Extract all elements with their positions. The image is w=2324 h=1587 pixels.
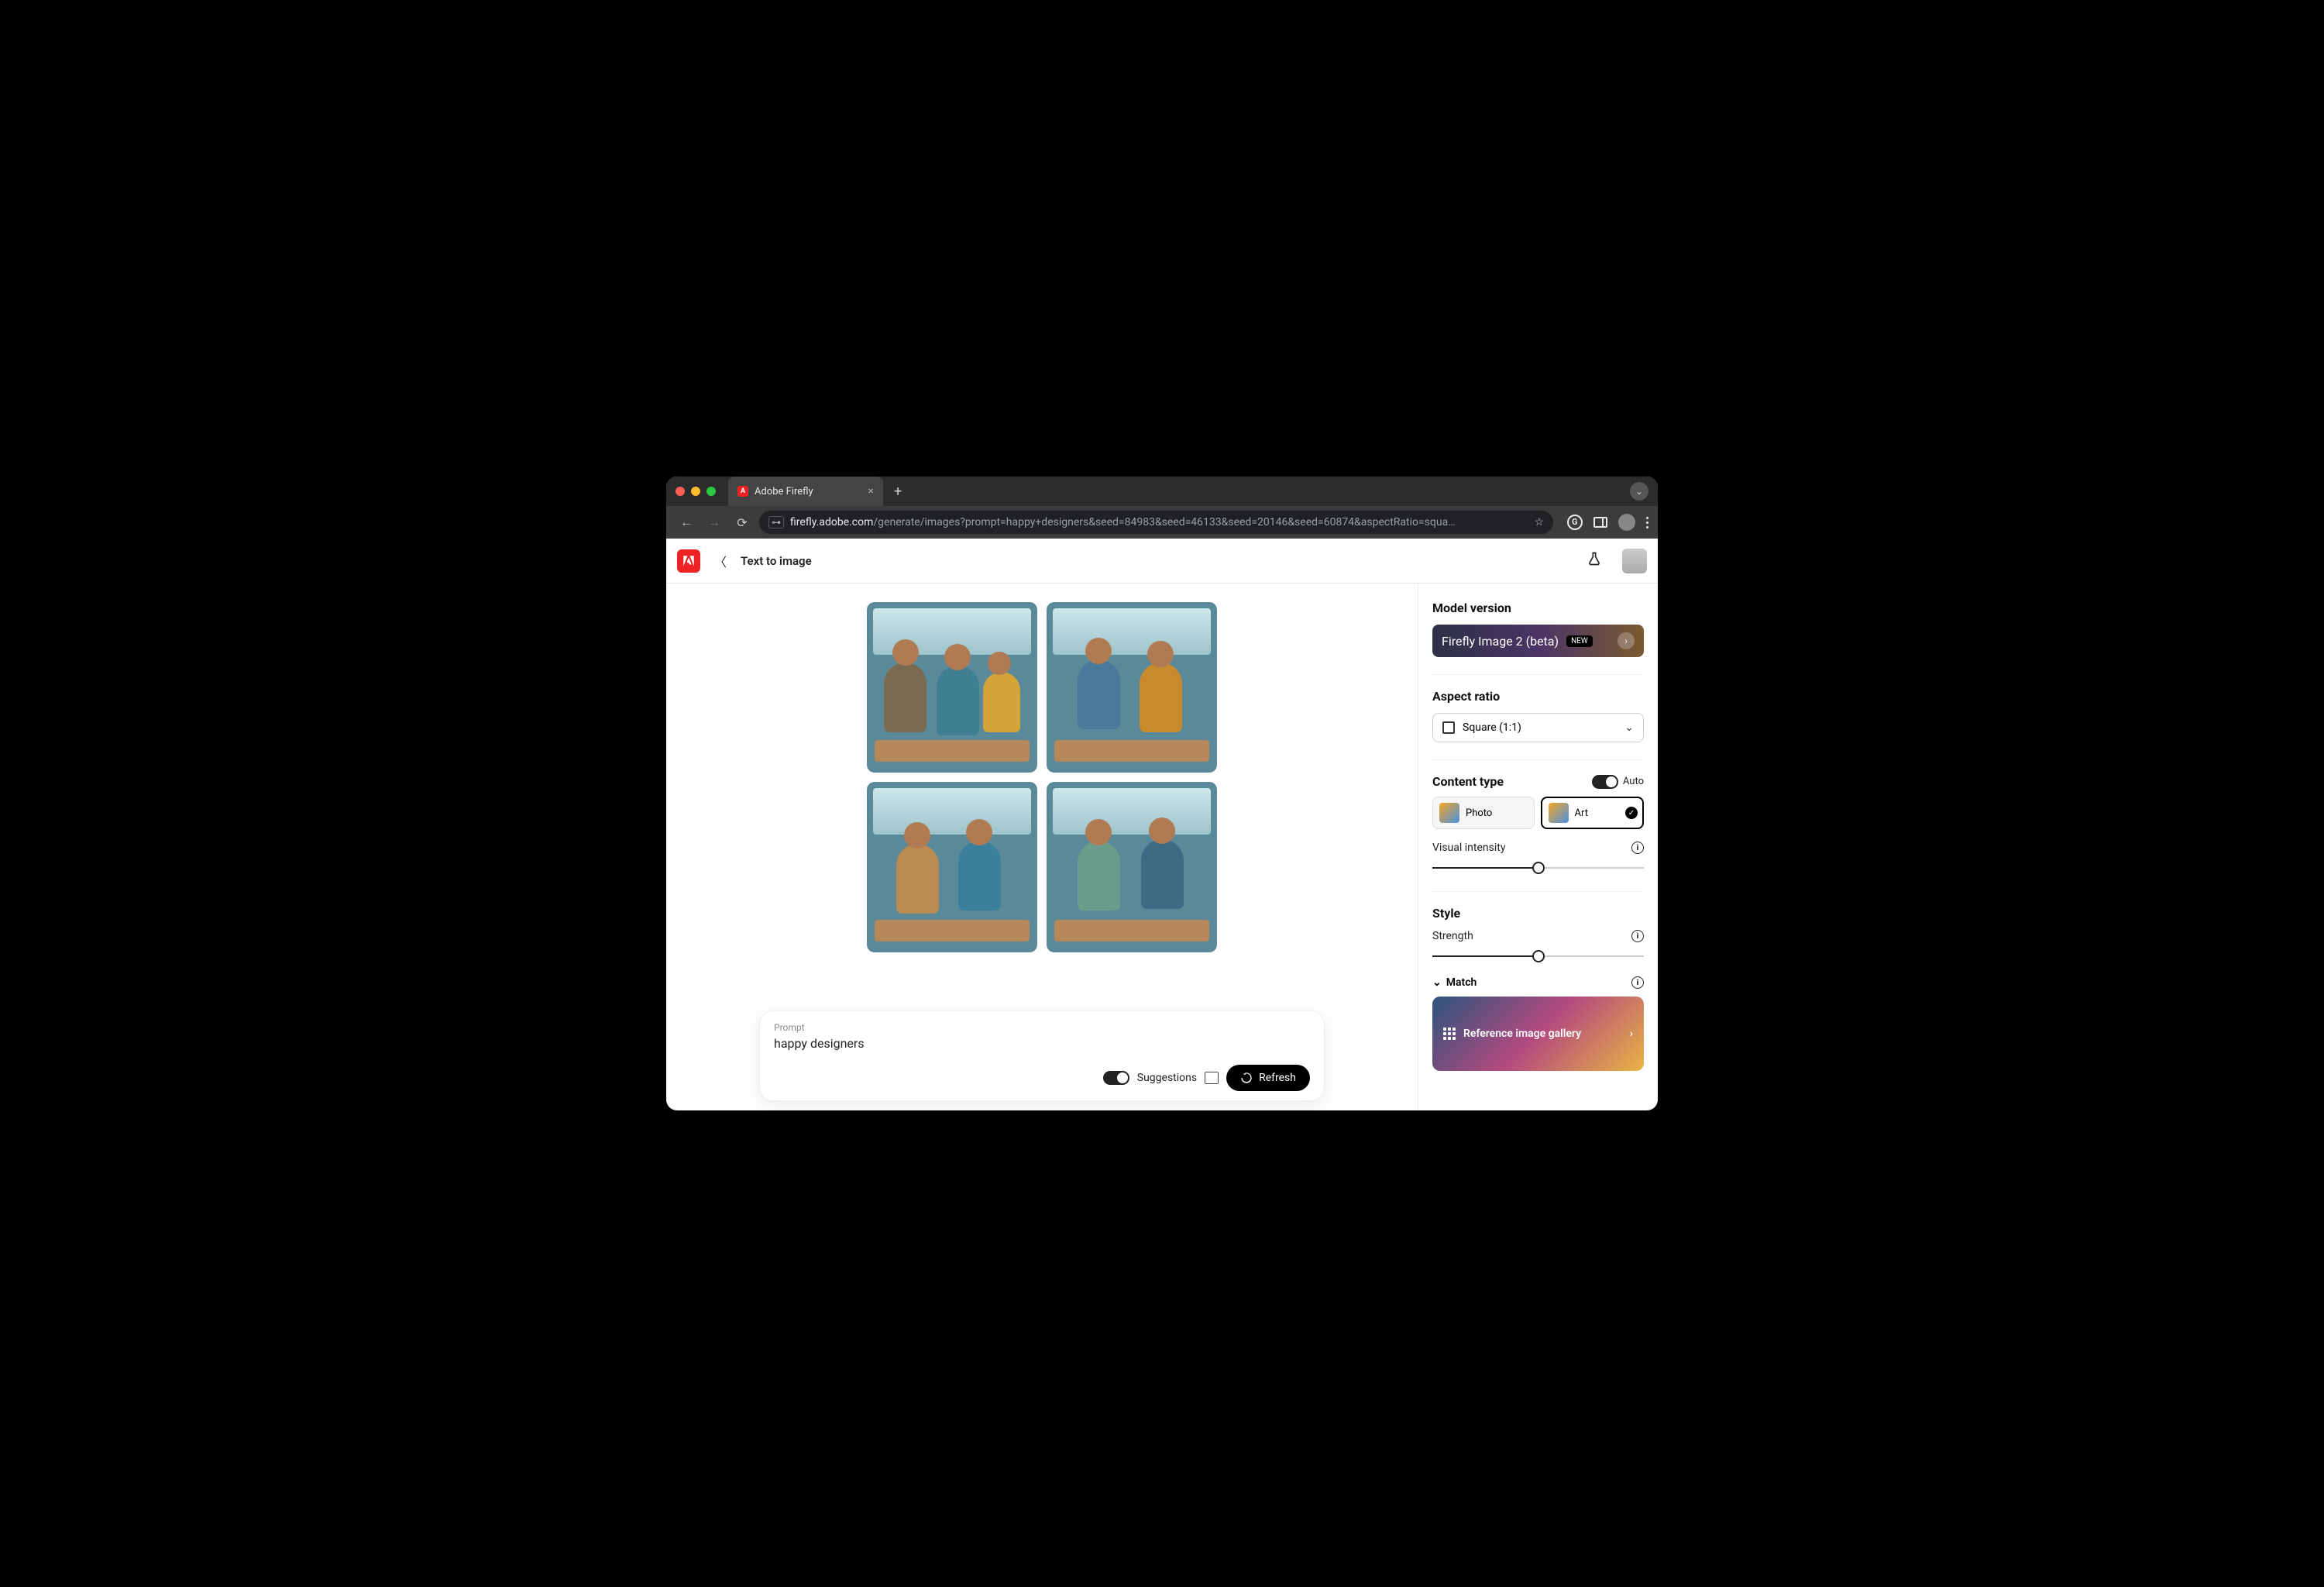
auto-content-type-toggle[interactable] xyxy=(1592,775,1618,789)
browser-window: A Adobe Firefly × + ⌄ ← → ⟳ ⊶ firefly.ad… xyxy=(666,477,1658,1110)
main-content: Prompt Suggestions Refresh Model version xyxy=(666,584,1658,1110)
result-image-3[interactable] xyxy=(867,782,1037,952)
new-tab-button[interactable]: + xyxy=(894,484,902,500)
url-bar: ← → ⟳ ⊶ firefly.adobe.com/generate/image… xyxy=(666,506,1658,539)
tab-title: Adobe Firefly xyxy=(755,486,813,497)
content-type-heading: Content type xyxy=(1432,774,1504,789)
info-icon[interactable]: i xyxy=(1631,976,1644,989)
chevron-right-icon: › xyxy=(1630,1028,1633,1040)
nav-back-icon[interactable]: ← xyxy=(676,515,697,530)
grid-icon xyxy=(1443,1028,1456,1040)
chevron-down-icon: ⌄ xyxy=(1432,976,1442,989)
nav-forward-icon[interactable]: → xyxy=(703,515,725,530)
model-version-name: Firefly Image 2 (beta) xyxy=(1442,634,1559,649)
image-results-grid xyxy=(867,602,1217,952)
site-settings-icon[interactable]: ⊶ xyxy=(768,516,784,528)
reference-gallery-label: Reference image gallery xyxy=(1463,1028,1581,1040)
suggestions-toggle[interactable] xyxy=(1103,1071,1129,1085)
content-type-art-label: Art xyxy=(1575,807,1588,819)
window-minimize-icon[interactable] xyxy=(691,487,700,496)
info-icon[interactable]: i xyxy=(1631,930,1644,942)
check-icon: ✓ xyxy=(1625,807,1638,819)
main-panel: Prompt Suggestions Refresh xyxy=(666,584,1418,1110)
user-avatar[interactable] xyxy=(1622,549,1647,573)
strength-slider[interactable] xyxy=(1432,950,1644,962)
profile-avatar-icon[interactable] xyxy=(1618,514,1635,531)
new-badge: NEW xyxy=(1566,635,1593,647)
suggestions-label: Suggestions xyxy=(1137,1072,1197,1084)
refresh-icon xyxy=(1240,1072,1253,1084)
prompt-input[interactable] xyxy=(774,1036,1310,1051)
style-heading: Style xyxy=(1432,906,1644,921)
aspect-ratio-value: Square (1:1) xyxy=(1463,721,1521,734)
art-thumb-icon xyxy=(1549,803,1569,823)
tab-overflow-icon[interactable]: ⌄ xyxy=(1630,482,1648,501)
browser-tab[interactable]: A Adobe Firefly × xyxy=(728,477,883,506)
photo-thumb-icon xyxy=(1439,803,1459,823)
match-label: Match xyxy=(1446,976,1477,989)
content-type-photo[interactable]: Photo xyxy=(1432,797,1535,829)
adobe-logo-icon[interactable] xyxy=(677,549,700,573)
browser-menu-icon[interactable] xyxy=(1646,517,1648,528)
address-bar[interactable]: ⊶ firefly.adobe.com/generate/images?prom… xyxy=(759,511,1553,534)
refresh-button-label: Refresh xyxy=(1259,1072,1296,1084)
match-collapse-toggle[interactable]: ⌄ Match xyxy=(1432,976,1477,989)
square-aspect-icon xyxy=(1442,721,1455,734)
model-version-heading: Model version xyxy=(1432,601,1644,615)
browser-toolbar-icons xyxy=(1567,514,1648,531)
content-type-photo-label: Photo xyxy=(1466,807,1492,819)
page-title: Text to image xyxy=(741,554,812,568)
aspect-ratio-select[interactable]: Square (1:1) ⌄ xyxy=(1432,713,1644,742)
window-maximize-icon[interactable] xyxy=(706,487,716,496)
info-icon[interactable]: i xyxy=(1631,842,1644,854)
window-close-icon[interactable] xyxy=(676,487,685,496)
result-image-1[interactable] xyxy=(867,602,1037,773)
tab-close-icon[interactable]: × xyxy=(868,485,874,497)
content-type-art[interactable]: Art ✓ xyxy=(1541,797,1645,829)
prompt-card: Prompt Suggestions Refresh xyxy=(759,1010,1325,1101)
chevron-down-icon: ⌄ xyxy=(1624,721,1634,734)
app-back-button[interactable]: 〈 xyxy=(711,549,730,573)
model-version-selector[interactable]: Firefly Image 2 (beta) NEW › xyxy=(1432,625,1644,657)
visual-intensity-label: Visual intensity xyxy=(1432,842,1505,854)
bookmark-star-icon[interactable]: ☆ xyxy=(1534,516,1544,528)
side-panel-icon[interactable] xyxy=(1593,517,1607,528)
reference-image-gallery[interactable]: Reference image gallery › xyxy=(1432,997,1644,1071)
visual-intensity-slider[interactable] xyxy=(1432,862,1644,874)
labs-beaker-icon[interactable] xyxy=(1587,551,1602,570)
title-bar: A Adobe Firefly × + ⌄ xyxy=(666,477,1658,506)
settings-sidebar: Model version Firefly Image 2 (beta) NEW… xyxy=(1418,584,1658,1110)
divider xyxy=(1432,674,1644,675)
nav-reload-icon[interactable]: ⟳ xyxy=(731,515,753,530)
app-header: 〈 Text to image xyxy=(666,539,1658,584)
chevron-right-icon: › xyxy=(1618,632,1635,649)
divider xyxy=(1432,759,1644,760)
prompt-label: Prompt xyxy=(774,1022,1310,1033)
tab-favicon-icon: A xyxy=(737,486,748,497)
aspect-ratio-heading: Aspect ratio xyxy=(1432,689,1644,704)
styles-preset-icon[interactable] xyxy=(1205,1072,1219,1084)
url-domain: firefly.adobe.com xyxy=(790,516,873,528)
google-account-icon[interactable] xyxy=(1567,515,1583,530)
traffic-lights xyxy=(676,487,716,496)
result-image-4[interactable] xyxy=(1047,782,1217,952)
auto-label: Auto xyxy=(1623,776,1644,787)
refresh-button[interactable]: Refresh xyxy=(1226,1065,1310,1091)
result-image-2[interactable] xyxy=(1047,602,1217,773)
divider xyxy=(1432,891,1644,892)
url-path: /generate/images?prompt=happy+designers&… xyxy=(873,516,1455,528)
strength-label: Strength xyxy=(1432,930,1473,942)
